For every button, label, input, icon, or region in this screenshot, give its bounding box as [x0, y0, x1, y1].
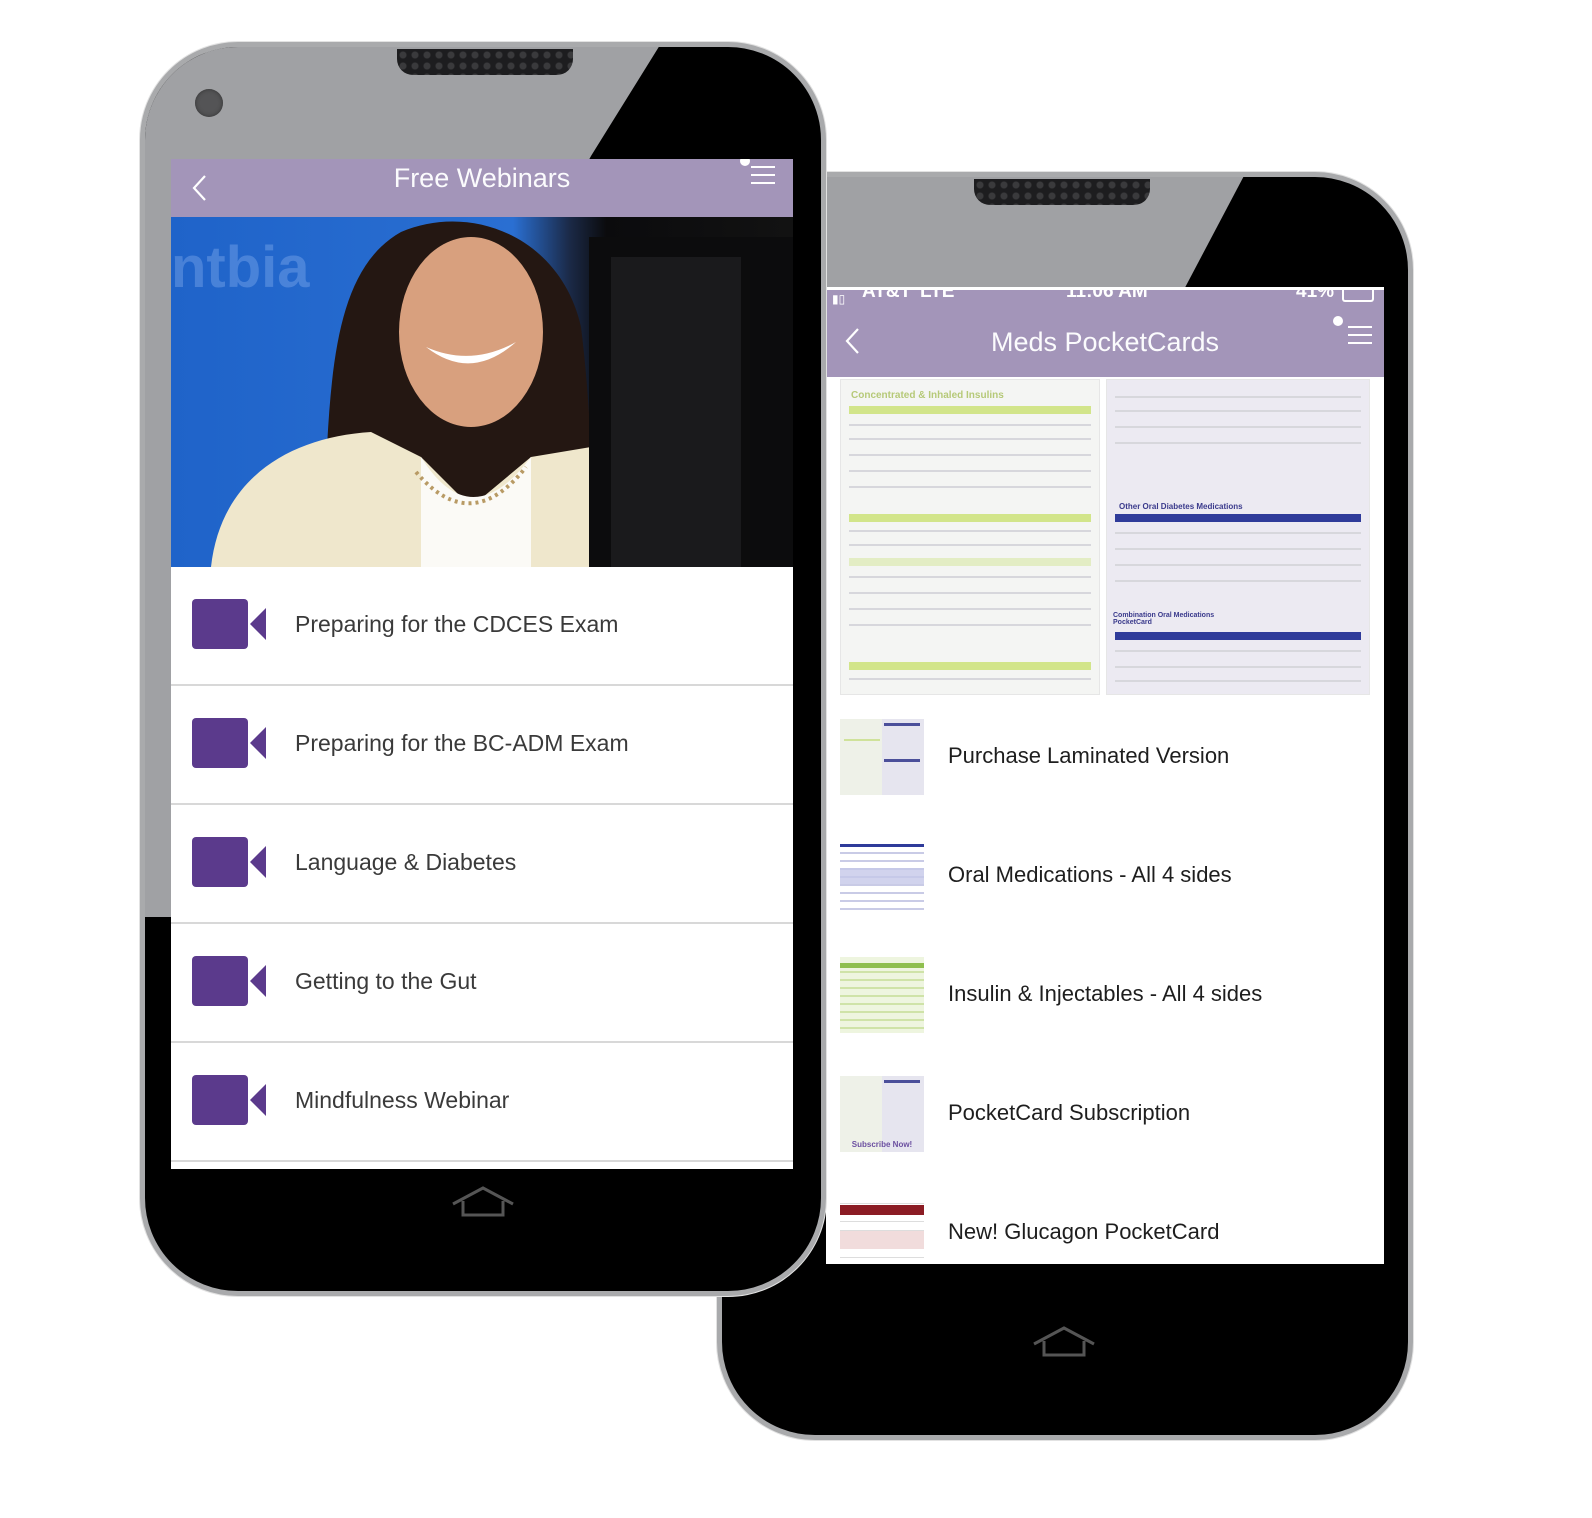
- page-title: Free Webinars: [393, 163, 571, 193]
- home-icon: [452, 1186, 514, 1217]
- item-label: New! Glucagon PocketCard: [948, 1219, 1220, 1244]
- webinar-list: Preparing for the CDCES Exam Preparing f…: [171, 567, 793, 1162]
- pocketcards-list: Purchase Laminated Version Oral Medicati…: [826, 697, 1384, 1264]
- list-item-glucagon-pocketcard[interactable]: New! Glucagon PocketCard: [826, 1173, 1384, 1264]
- webinar-item-gut[interactable]: Getting to the Gut: [171, 924, 793, 1043]
- svg-text:ntbia: ntbia: [171, 235, 310, 300]
- speaker-grille: [397, 49, 573, 75]
- app-bar: Meds PocketCards: [826, 305, 1384, 377]
- menu-icon: [740, 159, 775, 184]
- video-camera-icon: [192, 837, 266, 887]
- video-camera-icon: [192, 956, 266, 1006]
- video-camera-icon: [192, 1075, 266, 1125]
- front-camera: [195, 89, 223, 117]
- webinar-item-mindfulness[interactable]: Mindfulness Webinar: [171, 1043, 793, 1162]
- oral-meds-card-image: Other Oral Diabetes Medications Combinat…: [1106, 379, 1370, 695]
- home-button[interactable]: [451, 1185, 515, 1219]
- list-item-purchase-laminated[interactable]: Purchase Laminated Version: [826, 697, 1384, 816]
- item-label: Insulin & Injectables - All 4 sides: [948, 981, 1263, 1006]
- time-label: 11:06 AM: [1066, 287, 1148, 302]
- video-camera-icon: [192, 718, 266, 768]
- list-item-pocketcard-subscription[interactable]: Subscribe Now! PocketCard Subscription: [826, 1054, 1384, 1173]
- signal-icon: ▮▯: [832, 292, 846, 306]
- webinar-item-cdces-exam[interactable]: Preparing for the CDCES Exam: [171, 567, 793, 686]
- webinar-title: Mindfulness Webinar: [295, 1087, 510, 1113]
- carrier-label: AT&T: [862, 287, 912, 302]
- card-title: Concentrated & Inhaled Insulins: [851, 390, 1004, 401]
- oral-medications-thumbnail: [840, 838, 924, 914]
- free-webinars-screen: Free Webinars ntbia Preparing for the CD…: [171, 159, 793, 1169]
- home-button[interactable]: [1032, 1325, 1096, 1359]
- list-item-insulin-injectables[interactable]: Insulin & Injectables - All 4 sides: [826, 935, 1384, 1054]
- webinar-title: Getting to the Gut: [295, 968, 477, 994]
- menu-button[interactable]: [1330, 311, 1376, 345]
- menu-button[interactable]: [733, 159, 779, 189]
- insulins-card-image: Concentrated & Inhaled Insulins: [840, 379, 1100, 695]
- woman-at-computer-photo: ntbia: [171, 221, 793, 567]
- video-camera-icon: [192, 599, 266, 649]
- speaker-grille: [974, 179, 1150, 205]
- pocketcards-hero-image: Concentrated & Inhaled Insulins Other Or…: [826, 377, 1384, 697]
- webinar-title: Preparing for the BC-ADM Exam: [295, 730, 629, 756]
- battery-label: 41%: [1296, 287, 1335, 302]
- battery-icon: [1342, 290, 1374, 302]
- item-label: Purchase Laminated Version: [948, 743, 1230, 768]
- list-item-oral-medications[interactable]: Oral Medications - All 4 sides: [826, 816, 1384, 935]
- subscribe-caption: Subscribe Now!: [851, 1140, 913, 1149]
- menu-icon: [1333, 316, 1372, 344]
- home-icon: [1033, 1326, 1095, 1357]
- webinar-item-language-diabetes[interactable]: Language & Diabetes: [171, 805, 793, 924]
- insulin-thumbnail: [840, 957, 924, 1033]
- app-bar: Free Webinars: [171, 159, 793, 217]
- webinar-hero-photo: ntbia: [171, 217, 793, 567]
- webinar-title: Preparing for the CDCES Exam: [295, 611, 619, 637]
- page-title: Meds PocketCards: [990, 327, 1220, 357]
- network-label: LTE: [920, 287, 955, 302]
- card-subtitle: Combination Oral Medications PocketCard: [1113, 612, 1215, 626]
- meds-pocketcards-screen: ▮▯ AT&T LTE 11:06 AM 41% Meds PocketCard…: [826, 287, 1384, 1264]
- glucagon-thumbnail: [840, 1195, 924, 1264]
- laminated-cards-thumbnail: [840, 719, 924, 795]
- phone-left-mockup: Free Webinars ntbia Preparing for the CD…: [140, 42, 826, 1296]
- webinar-title: Language & Diabetes: [295, 849, 517, 875]
- item-label: PocketCard Subscription: [948, 1100, 1191, 1125]
- subscription-thumbnail: Subscribe Now!: [840, 1076, 924, 1152]
- webinar-item-bc-adm-exam[interactable]: Preparing for the BC-ADM Exam: [171, 686, 793, 805]
- card-title: Other Oral Diabetes Medications: [1119, 502, 1243, 511]
- item-label: Oral Medications - All 4 sides: [948, 862, 1232, 887]
